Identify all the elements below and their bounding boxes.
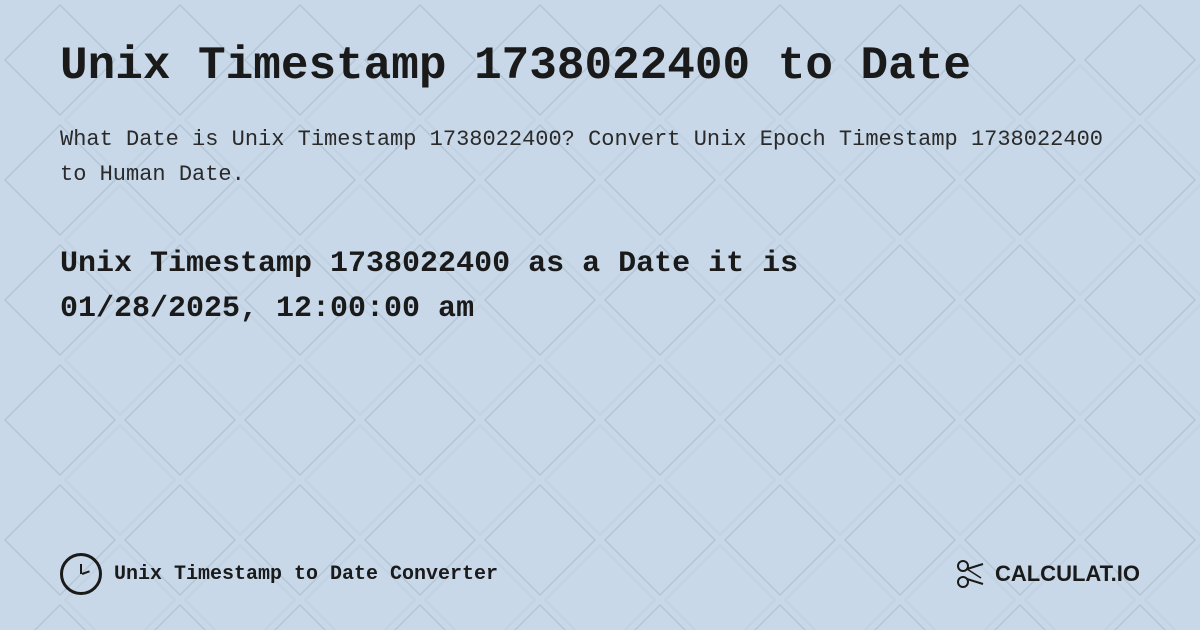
- calculator-icon: [953, 556, 989, 592]
- clock-icon: [60, 553, 102, 595]
- page-title: Unix Timestamp 1738022400 to Date: [60, 40, 1140, 92]
- converter-label: Unix Timestamp to Date Converter: [114, 563, 498, 586]
- converter-link[interactable]: Unix Timestamp to Date Converter: [60, 553, 498, 595]
- result-line1: Unix Timestamp 1738022400 as a Date it i…: [60, 247, 798, 281]
- brand-logo[interactable]: CALCULAT.IO: [953, 556, 1140, 592]
- brand-name: CALCULAT.IO: [995, 561, 1140, 587]
- result-line2: 01/28/2025, 12:00:00 am: [60, 292, 474, 326]
- page-description: What Date is Unix Timestamp 1738022400? …: [60, 122, 1140, 192]
- footer: Unix Timestamp to Date Converter CALCULA…: [60, 553, 1140, 595]
- result-text: Unix Timestamp 1738022400 as a Date it i…: [60, 242, 1140, 332]
- result-section: Unix Timestamp 1738022400 as a Date it i…: [60, 242, 1140, 332]
